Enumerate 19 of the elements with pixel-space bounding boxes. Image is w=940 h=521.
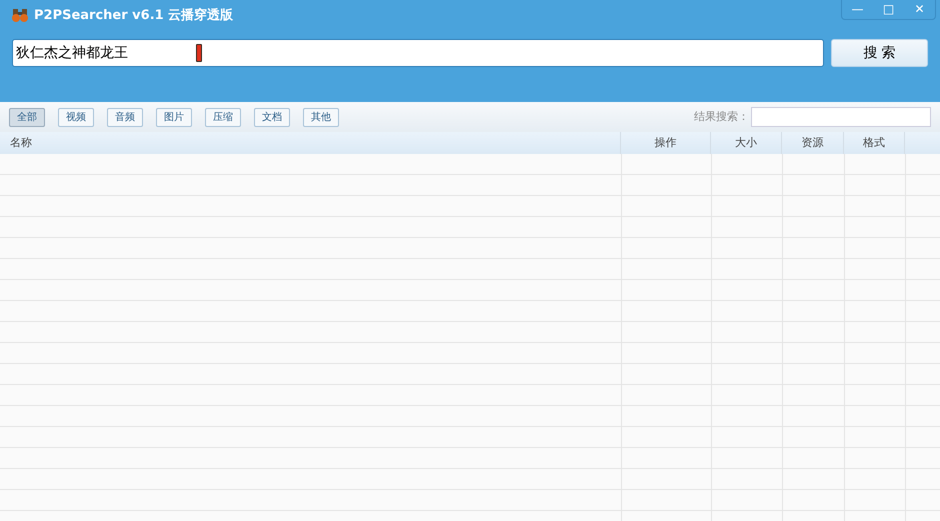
result-search-field[interactable] (751, 107, 931, 127)
filter-button[interactable]: 视频 (58, 108, 94, 126)
window-title: P2PSearcher v6.1 云播穿透版 (34, 6, 234, 25)
binoculars-icon (12, 8, 28, 23)
column-header[interactable]: 名称 (10, 136, 32, 149)
filter-button[interactable]: 文档 (254, 108, 290, 126)
search-button[interactable]: 搜 索 (831, 39, 928, 67)
filter-button[interactable]: 压缩 (205, 108, 241, 126)
column-header[interactable]: 资源 (802, 136, 824, 149)
search-field[interactable]: 狄仁杰之神都龙王 (12, 39, 824, 67)
column-header[interactable]: 大小 (735, 136, 757, 149)
result-search-label: 结果搜索： (694, 108, 749, 125)
filter-button[interactable]: 全部 (9, 108, 45, 126)
column-header[interactable]: 格式 (863, 136, 885, 149)
column-header[interactable]: 操作 (654, 136, 676, 149)
indicator-icon (196, 44, 202, 62)
filter-button[interactable]: 音频 (107, 108, 143, 126)
filter-button[interactable]: 图片 (156, 108, 192, 126)
filter-button[interactable]: 其他 (303, 108, 339, 126)
